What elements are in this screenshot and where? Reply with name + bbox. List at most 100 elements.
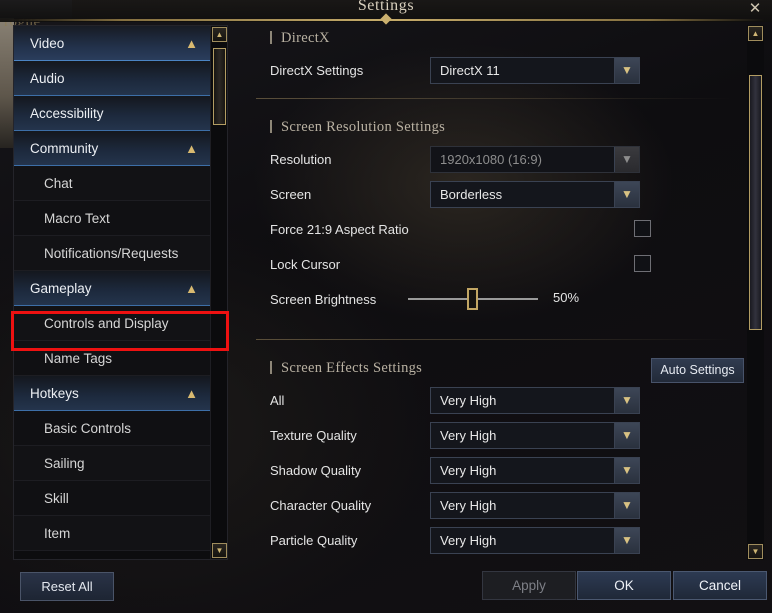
dropdown-value: DirectX 11 xyxy=(440,63,500,78)
sidebar-item-label: Chat xyxy=(44,176,73,191)
section-heading-text: DirectX xyxy=(281,30,330,46)
content-scrollbar[interactable]: ▲ ▼ xyxy=(747,25,764,560)
setting-label-texture-quality: Texture Quality xyxy=(270,428,357,443)
setting-label-screen-brightness: Screen Brightness xyxy=(270,292,377,307)
apply-button[interactable]: Apply xyxy=(482,571,576,600)
sidebar-item-label: Item xyxy=(44,526,71,541)
sidebar-item-accessibility[interactable]: Accessibility xyxy=(14,96,212,131)
section-heading: DirectX xyxy=(270,30,330,47)
setting-label-directx-settings: DirectX Settings xyxy=(270,63,364,78)
dropdown-texture-quality[interactable]: Very High ▼ xyxy=(430,422,640,449)
sidebar-item-controls-and-display[interactable]: Controls and Display xyxy=(14,306,212,341)
section-accent-bar xyxy=(270,120,272,133)
dropdown-value: Very High xyxy=(440,533,497,548)
sidebar-item-label: Name Tags xyxy=(44,351,113,366)
settings-content-panel: DirectX DirectX Settings DirectX 11 ▼ Screen… xyxy=(248,25,764,560)
chevron-up-icon[interactable]: ▲ xyxy=(185,376,198,411)
sidebar-item-label: Controls and Display xyxy=(44,316,169,331)
dropdown-character-quality[interactable]: Very High ▼ xyxy=(430,492,640,519)
chevron-down-icon[interactable]: ▼ xyxy=(614,182,639,207)
dropdown-shadow-quality[interactable]: Very High ▼ xyxy=(430,457,640,484)
section-heading: Screen Effects Settings xyxy=(270,360,422,377)
sidebar-item-notifications-requests[interactable]: Notifications/Requests xyxy=(14,236,212,271)
checkbox-lock-cursor[interactable] xyxy=(634,255,651,272)
sidebar-item-video[interactable]: Video ▲ xyxy=(14,26,212,61)
checkbox-force-21-9-aspect-ratio[interactable] xyxy=(634,220,651,237)
slider-handle-screen-brightness[interactable] xyxy=(467,288,478,310)
close-icon[interactable]: ✕ xyxy=(744,0,766,19)
section-divider xyxy=(256,98,732,99)
sidebar-item-label: Gameplay xyxy=(30,281,92,296)
chevron-down-icon[interactable]: ▼ xyxy=(614,388,639,413)
setting-label-force-21-9-aspect-ratio: Force 21:9 Aspect Ratio xyxy=(270,222,409,237)
dropdown-resolution: 1920x1080 (16:9) ▼ xyxy=(430,146,640,173)
sidebar-scroll-up-icon[interactable]: ▲ xyxy=(212,27,227,42)
sidebar-scroll-down-icon[interactable]: ▼ xyxy=(212,543,227,558)
sidebar-item-label: Video xyxy=(30,36,65,51)
sidebar-item-label: Basic Controls xyxy=(44,421,132,436)
setting-label-particle-quality: Particle Quality xyxy=(270,533,358,548)
sidebar-item-name-tags[interactable]: Name Tags xyxy=(14,341,212,376)
dropdown-value: Borderless xyxy=(440,187,503,202)
chevron-up-icon[interactable]: ▲ xyxy=(185,271,198,306)
sidebar-item-item[interactable]: Item xyxy=(14,516,212,551)
sidebar-item-label: Sailing xyxy=(44,456,85,471)
dropdown-value: 1920x1080 (16:9) xyxy=(440,152,542,167)
dropdown-particle-quality[interactable]: Very High ▼ xyxy=(430,527,640,554)
section-accent-bar xyxy=(270,361,272,374)
sidebar-item-skill[interactable]: Skill xyxy=(14,481,212,516)
chevron-down-icon[interactable]: ▼ xyxy=(614,58,639,83)
sidebar-item-sailing[interactable]: Sailing xyxy=(14,446,212,481)
auto-settings-button[interactable]: Auto Settings xyxy=(651,358,744,383)
section-divider xyxy=(256,339,732,340)
setting-label-shadow-quality: Shadow Quality xyxy=(270,463,362,478)
sidebar-item-label: Accessibility xyxy=(30,106,104,121)
chevron-down-icon[interactable]: ▼ xyxy=(614,147,639,172)
dropdown-value: Very High xyxy=(440,393,497,408)
section-heading: Screen Resolution Settings xyxy=(270,119,445,136)
settings-sidebar: Video ▲ Audio Accessibility Community ▲ Chat Ma… xyxy=(13,25,228,560)
section-heading-text: Screen Effects Settings xyxy=(281,360,423,376)
chevron-down-icon[interactable]: ▼ xyxy=(614,528,639,553)
setting-label-lock-cursor: Lock Cursor xyxy=(270,257,341,272)
chevron-up-icon[interactable]: ▲ xyxy=(185,131,198,166)
cancel-button[interactable]: Cancel xyxy=(673,571,767,600)
setting-label-screen: Screen xyxy=(270,187,312,202)
content-scroll-thumb[interactable] xyxy=(749,75,762,330)
chevron-down-icon[interactable]: ▼ xyxy=(614,423,639,448)
sidebar-item-list: Video ▲ Audio Accessibility Community ▲ Chat Ma… xyxy=(14,26,212,551)
sidebar-item-chat[interactable]: Chat xyxy=(14,166,212,201)
sidebar-item-label: Notifications/Requests xyxy=(44,246,179,261)
dialog-footer: Apply OK Cancel xyxy=(0,561,772,613)
dropdown-value: Very High xyxy=(440,428,497,443)
slider-value-screen-brightness: 50% xyxy=(553,290,580,305)
sidebar-item-gameplay[interactable]: Gameplay ▲ xyxy=(14,271,212,306)
content-scroll-up-icon[interactable]: ▲ xyxy=(748,26,763,41)
chevron-up-icon[interactable]: ▲ xyxy=(185,26,198,61)
dropdown-value: Very High xyxy=(440,463,497,478)
settings-window: Settings ✕ Video ▲ Audio Accessibility Commu… xyxy=(0,0,772,613)
sidebar-item-basic-controls[interactable]: Basic Controls xyxy=(14,411,212,446)
sidebar-item-label: Hotkeys xyxy=(30,386,79,401)
setting-label-character-quality: Character Quality xyxy=(270,498,372,513)
dropdown-value: Very High xyxy=(440,498,497,513)
chevron-down-icon[interactable]: ▼ xyxy=(614,458,639,483)
sidebar-scrollbar[interactable]: ▲ ▼ xyxy=(210,26,227,559)
setting-label-all: All xyxy=(270,393,285,408)
sidebar-item-macro-text[interactable]: Macro Text xyxy=(14,201,212,236)
dropdown-all[interactable]: Very High ▼ xyxy=(430,387,640,414)
dropdown-directx-settings[interactable]: DirectX 11 ▼ xyxy=(430,57,640,84)
sidebar-item-label: Macro Text xyxy=(44,211,110,226)
sidebar-item-audio[interactable]: Audio xyxy=(14,61,212,96)
setting-label-resolution: Resolution xyxy=(270,152,332,167)
sidebar-item-hotkeys[interactable]: Hotkeys ▲ xyxy=(14,376,212,411)
dropdown-screen[interactable]: Borderless ▼ xyxy=(430,181,640,208)
sidebar-item-label: Audio xyxy=(30,71,65,86)
sidebar-scroll-thumb[interactable] xyxy=(213,48,226,125)
chevron-down-icon[interactable]: ▼ xyxy=(614,493,639,518)
sidebar-item-label: Community xyxy=(30,141,99,156)
sidebar-item-community[interactable]: Community ▲ xyxy=(14,131,212,166)
ok-button[interactable]: OK xyxy=(577,571,671,600)
sidebar-item-label: Skill xyxy=(44,491,69,506)
content-scroll-down-icon[interactable]: ▼ xyxy=(748,544,763,559)
